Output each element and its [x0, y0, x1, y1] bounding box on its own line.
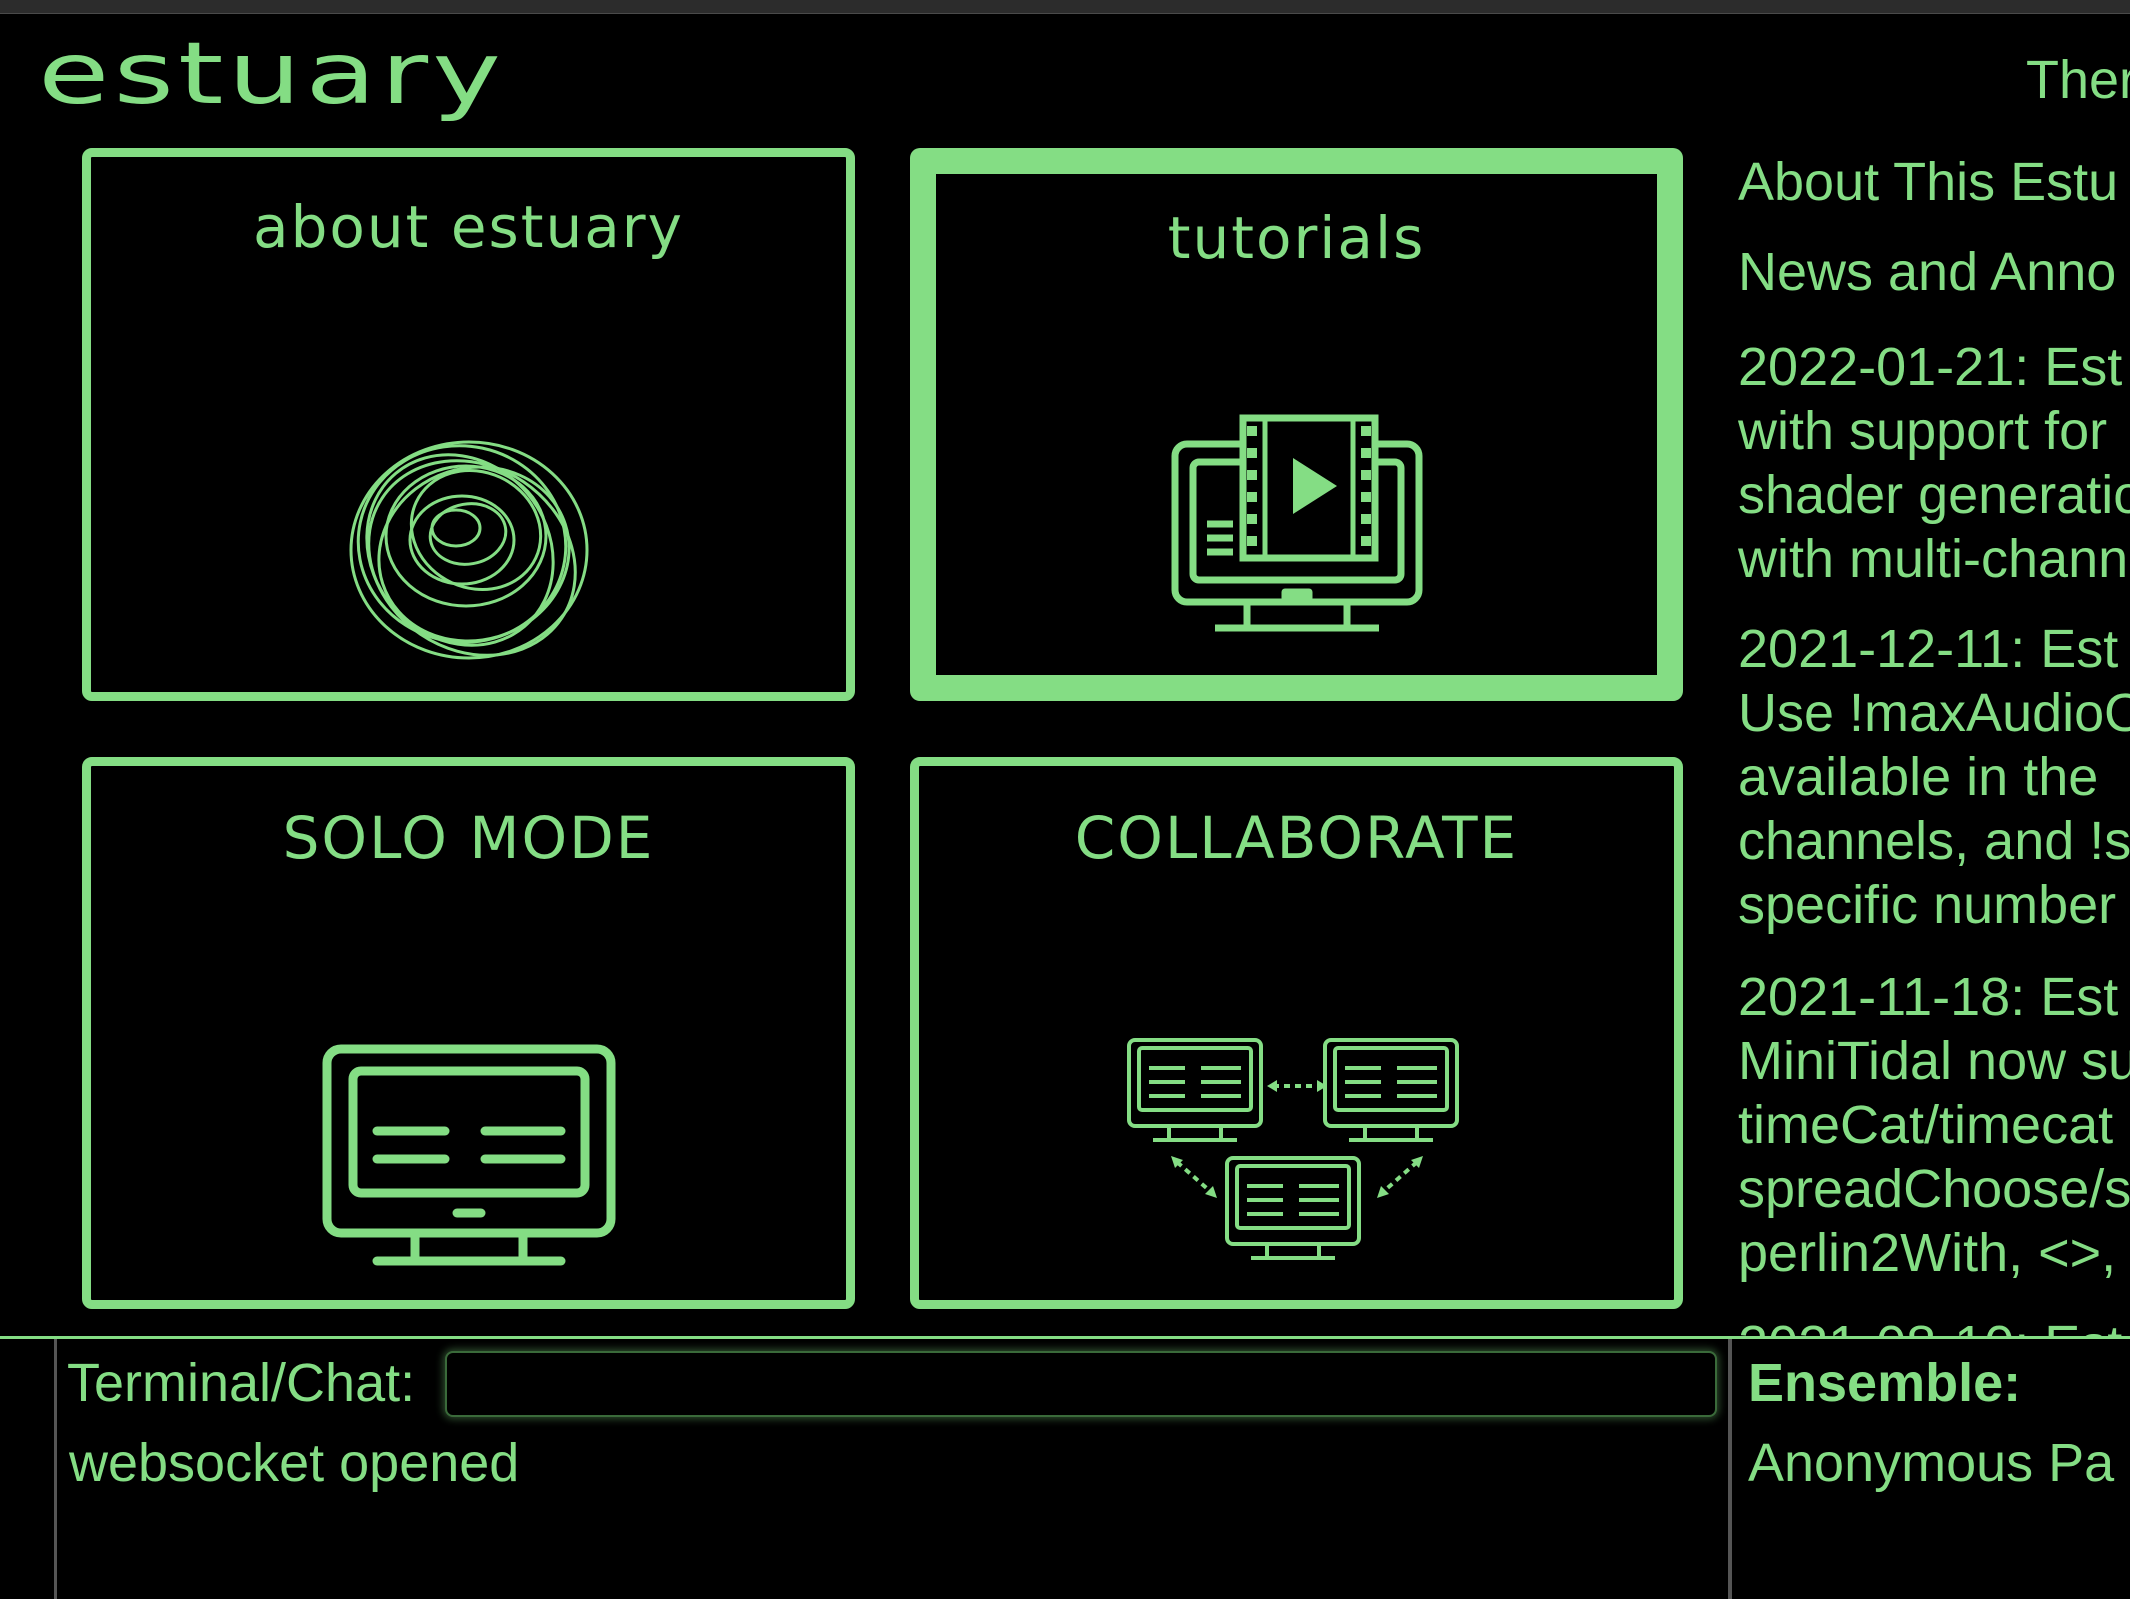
terminal-input[interactable] — [445, 1351, 1717, 1417]
tile-title-about: about estuary — [253, 193, 684, 261]
news-line: with support for — [1738, 401, 2108, 461]
right-panel: Ther About This Estu News and Anno 2022-… — [1738, 40, 2130, 1336]
theme-selector-label[interactable]: Ther — [2026, 48, 2130, 112]
about-estuary-tile[interactable]: about estuary — [82, 148, 855, 701]
solo-mode-tile[interactable]: SOLO MODE — [82, 757, 855, 1309]
news-line: available in the — [1738, 747, 2099, 807]
about-this-estuary-link[interactable]: About This Estu — [1738, 150, 2118, 214]
ensemble-member: Anonymous Pa — [1748, 1433, 2115, 1493]
terminal-output-line: websocket opened — [69, 1433, 520, 1493]
news-line: with multi-chann — [1738, 529, 2129, 589]
news-line: shader generatio — [1738, 465, 2130, 525]
terminal-label: Terminal/Chat: — [67, 1353, 416, 1413]
news-line: 2021-12-11: Est — [1738, 619, 2119, 679]
news-line: 2021-08-10: Est — [1738, 1313, 2122, 1336]
monitor-icon — [319, 1041, 619, 1276]
news-line: timeCat/timecat — [1738, 1095, 2114, 1155]
news-line: specific number — [1738, 875, 2117, 935]
scribble-ball-icon — [344, 432, 594, 672]
tutorials-tile[interactable]: tutorials — [910, 148, 1683, 701]
collaborate-tile[interactable]: COLLABORATE — [910, 757, 1683, 1309]
networked-monitors-icon — [1126, 1036, 1467, 1281]
bottom-bar: Terminal/Chat: websocket opened Ensemble… — [0, 1336, 2130, 1599]
news-line: channels, and !s — [1738, 811, 2130, 871]
app-logo[interactable]: estuary — [38, 28, 505, 120]
browser-top-bar — [0, 0, 2130, 14]
tile-title-tutorials: tutorials — [1167, 204, 1426, 272]
ensemble-header: Ensemble: — [1748, 1353, 2022, 1413]
ensemble-panel: Ensemble: Anonymous Pa — [1748, 1351, 2130, 1495]
news-line: Use !maxAudioO — [1738, 683, 2130, 743]
tile-title-collaborate: COLLABORATE — [1074, 804, 1519, 872]
news-line: 2021-11-18: Est — [1738, 967, 2119, 1027]
news-line: perlin2With, <>, — [1738, 1223, 2117, 1283]
terminal-panel: Terminal/Chat: websocket opened — [54, 1339, 1732, 1599]
news-line: 2022-01-21: Est — [1738, 337, 2123, 397]
tile-title-solo: SOLO MODE — [282, 804, 655, 872]
video-monitor-icon — [1167, 414, 1427, 649]
news-line: MiniTidal now su — [1738, 1031, 2130, 1091]
news-link[interactable]: News and Anno — [1738, 240, 2116, 304]
news-line: spreadChoose/s — [1738, 1159, 2130, 1219]
